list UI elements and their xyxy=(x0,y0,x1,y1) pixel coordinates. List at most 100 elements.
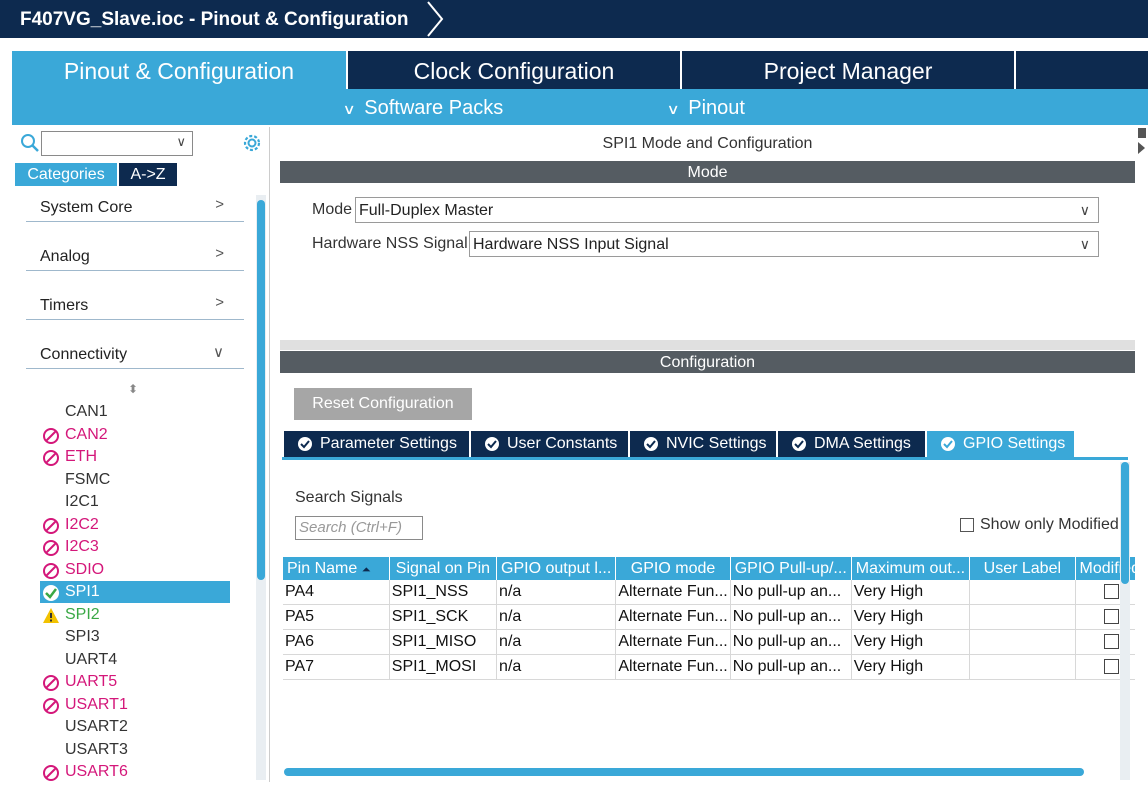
mode-section-header: Mode xyxy=(280,161,1135,183)
peripheral-item-can1[interactable]: CAN1 xyxy=(40,401,230,423)
tab-project-manager[interactable]: Project Manager xyxy=(682,51,1014,89)
tab-a-to-z[interactable]: A->Z xyxy=(119,163,177,186)
modified-checkbox[interactable] xyxy=(1103,634,1119,650)
category-analog[interactable]: Analog > xyxy=(26,241,244,271)
mode-select[interactable]: Full-Duplex Master ∨ xyxy=(355,197,1099,223)
modified-checkbox[interactable] xyxy=(1103,659,1119,675)
gear-icon[interactable] xyxy=(240,131,264,155)
tab-categories[interactable]: Categories xyxy=(15,163,117,186)
nss-label: Hardware NSS Signal xyxy=(312,235,468,252)
sort-ascending-icon: ⏶ xyxy=(361,563,371,576)
check-circle-icon xyxy=(941,437,955,451)
peripheral-item-usart2[interactable]: USART2 xyxy=(40,716,230,738)
cell-user-label xyxy=(969,580,1076,605)
check-circle-icon xyxy=(43,585,59,601)
reset-configuration-button[interactable]: Reset Configuration xyxy=(294,388,472,420)
peripheral-item-spi2[interactable]: SPI2 xyxy=(40,604,230,626)
tab-pinout-configuration[interactable]: Pinout & Configuration xyxy=(12,51,346,89)
panel-divider[interactable] xyxy=(280,340,1135,350)
cell-gpio-output: n/a xyxy=(496,629,617,655)
right-edge-strip xyxy=(1135,127,1148,787)
peripheral-item-uart4[interactable]: UART4 xyxy=(40,649,230,671)
mode-select-value: Full-Duplex Master xyxy=(359,202,494,219)
chevron-down-icon: ∨ xyxy=(176,134,186,149)
peripheral-item-i2c3[interactable]: I2C3 xyxy=(40,536,230,558)
category-connectivity[interactable]: Connectivity ∨ xyxy=(26,339,244,369)
peripheral-item-can2[interactable]: CAN2 xyxy=(40,424,230,446)
software-packs-menu[interactable]: ∨ Software Packs xyxy=(342,89,504,125)
sort-icon[interactable]: ⬍ xyxy=(128,382,138,396)
tab-clock-configuration[interactable]: Clock Configuration xyxy=(348,51,680,89)
pinout-menu[interactable]: ∨ Pinout xyxy=(666,89,745,125)
peripheral-label: FSMC xyxy=(65,470,111,488)
cell-signal: SPI1_SCK xyxy=(389,604,498,630)
column-header-max-output[interactable]: Maximum out... xyxy=(851,557,971,580)
chevron-down-icon: ∨ xyxy=(1079,202,1090,218)
cell-signal: SPI1_MOSI xyxy=(389,654,498,680)
table-row[interactable]: PA4 SPI1_NSS n/a Alternate Fun... No pull-up… xyxy=(283,580,1148,605)
software-packs-label: Software Packs xyxy=(364,97,504,119)
cell-max-output: Very High xyxy=(851,654,971,680)
column-header-gpio-pull[interactable]: GPIO Pull-up/... xyxy=(730,557,852,580)
peripheral-item-sdio[interactable]: SDIO xyxy=(40,559,230,581)
left-scrollbar-thumb[interactable] xyxy=(257,200,265,580)
chevron-right-icon: > xyxy=(215,196,224,213)
category-label: Analog xyxy=(40,248,90,265)
peripheral-label: CAN2 xyxy=(65,425,108,443)
tab-nvic-settings[interactable]: NVIC Settings xyxy=(630,431,776,457)
cell-gpio-mode: Alternate Fun... xyxy=(615,654,731,680)
peripheral-label: I2C1 xyxy=(65,493,99,510)
peripheral-item-uart5[interactable]: UART5 xyxy=(40,671,230,693)
table-row[interactable]: PA6 SPI1_MISO n/a Alternate Fun... No pull-u… xyxy=(283,629,1148,655)
peripheral-label: USART3 xyxy=(65,740,128,758)
peripheral-item-i2c1[interactable]: I2C1 xyxy=(40,491,230,513)
tab-label: GPIO Settings xyxy=(963,435,1066,452)
column-header-user-label[interactable]: User Label xyxy=(969,557,1076,580)
check-circle-icon xyxy=(298,437,312,451)
peripheral-label: SPI1 xyxy=(65,583,100,600)
category-label: Connectivity xyxy=(40,346,128,363)
column-header-pin-name[interactable]: Pin Name ⏶ xyxy=(283,557,390,580)
table-row[interactable]: PA5 SPI1_SCK n/a Alternate Fun... No pull-up… xyxy=(283,604,1148,630)
disabled-icon xyxy=(43,675,59,691)
disabled-icon xyxy=(43,450,59,466)
check-circle-icon xyxy=(792,437,806,451)
tab-parameter-settings[interactable]: Parameter Settings xyxy=(284,431,469,457)
tab-user-constants[interactable]: User Constants xyxy=(471,431,628,457)
peripheral-item-spi1[interactable]: SPI1 xyxy=(40,581,230,603)
column-header-gpio-mode[interactable]: GPIO mode xyxy=(615,557,731,580)
tab-label: Parameter Settings xyxy=(320,435,457,452)
collapse-panel-icon[interactable] xyxy=(1136,128,1146,162)
peripheral-label: UART4 xyxy=(65,650,118,668)
cell-gpio-pull: No pull-up an... xyxy=(730,580,852,605)
show-only-modified-label: Show only Modified xyxy=(980,516,1119,533)
tab-gpio-settings[interactable]: GPIO Settings xyxy=(927,431,1074,457)
table-vertical-scrollbar-thumb[interactable] xyxy=(1121,462,1129,584)
nss-select[interactable]: Hardware NSS Input Signal ∨ xyxy=(469,231,1099,257)
peripheral-item-fsmc[interactable]: FSMC xyxy=(40,469,230,491)
chevron-down-icon: ∨ xyxy=(342,101,356,117)
cell-user-label xyxy=(969,629,1076,655)
peripheral-item-eth[interactable]: ETH xyxy=(40,446,230,468)
column-header-signal[interactable]: Signal on Pin xyxy=(389,557,498,580)
search-signals-input[interactable]: Search (Ctrl+F) xyxy=(295,516,423,540)
peripheral-item-i2c2[interactable]: I2C2 xyxy=(40,514,230,536)
column-header-gpio-output[interactable]: GPIO output l... xyxy=(496,557,617,580)
peripheral-item-spi3[interactable]: SPI3 xyxy=(40,626,230,648)
nss-select-value: Hardware NSS Input Signal xyxy=(473,236,669,253)
peripheral-item-usart6[interactable]: USART6 xyxy=(40,761,230,783)
search-icon[interactable] xyxy=(20,133,40,153)
modified-checkbox[interactable] xyxy=(1103,609,1119,625)
table-row[interactable]: PA7 SPI1_MOSI n/a Alternate Fun... No pull-u… xyxy=(283,654,1148,680)
tab-dma-settings[interactable]: DMA Settings xyxy=(778,431,925,457)
category-system-core[interactable]: System Core > xyxy=(26,192,244,222)
show-only-modified-checkbox[interactable] xyxy=(960,518,974,532)
table-horizontal-scrollbar-thumb[interactable] xyxy=(284,768,1084,776)
peripheral-item-usart1[interactable]: USART1 xyxy=(40,694,230,716)
search-input[interactable]: ∨ xyxy=(41,131,193,156)
modified-checkbox[interactable] xyxy=(1103,584,1119,600)
peripheral-item-usart3[interactable]: USART3 xyxy=(40,739,230,761)
chevron-down-icon: ∨ xyxy=(1079,236,1090,252)
category-timers[interactable]: Timers > xyxy=(26,290,244,320)
cell-gpio-mode: Alternate Fun... xyxy=(615,629,731,655)
